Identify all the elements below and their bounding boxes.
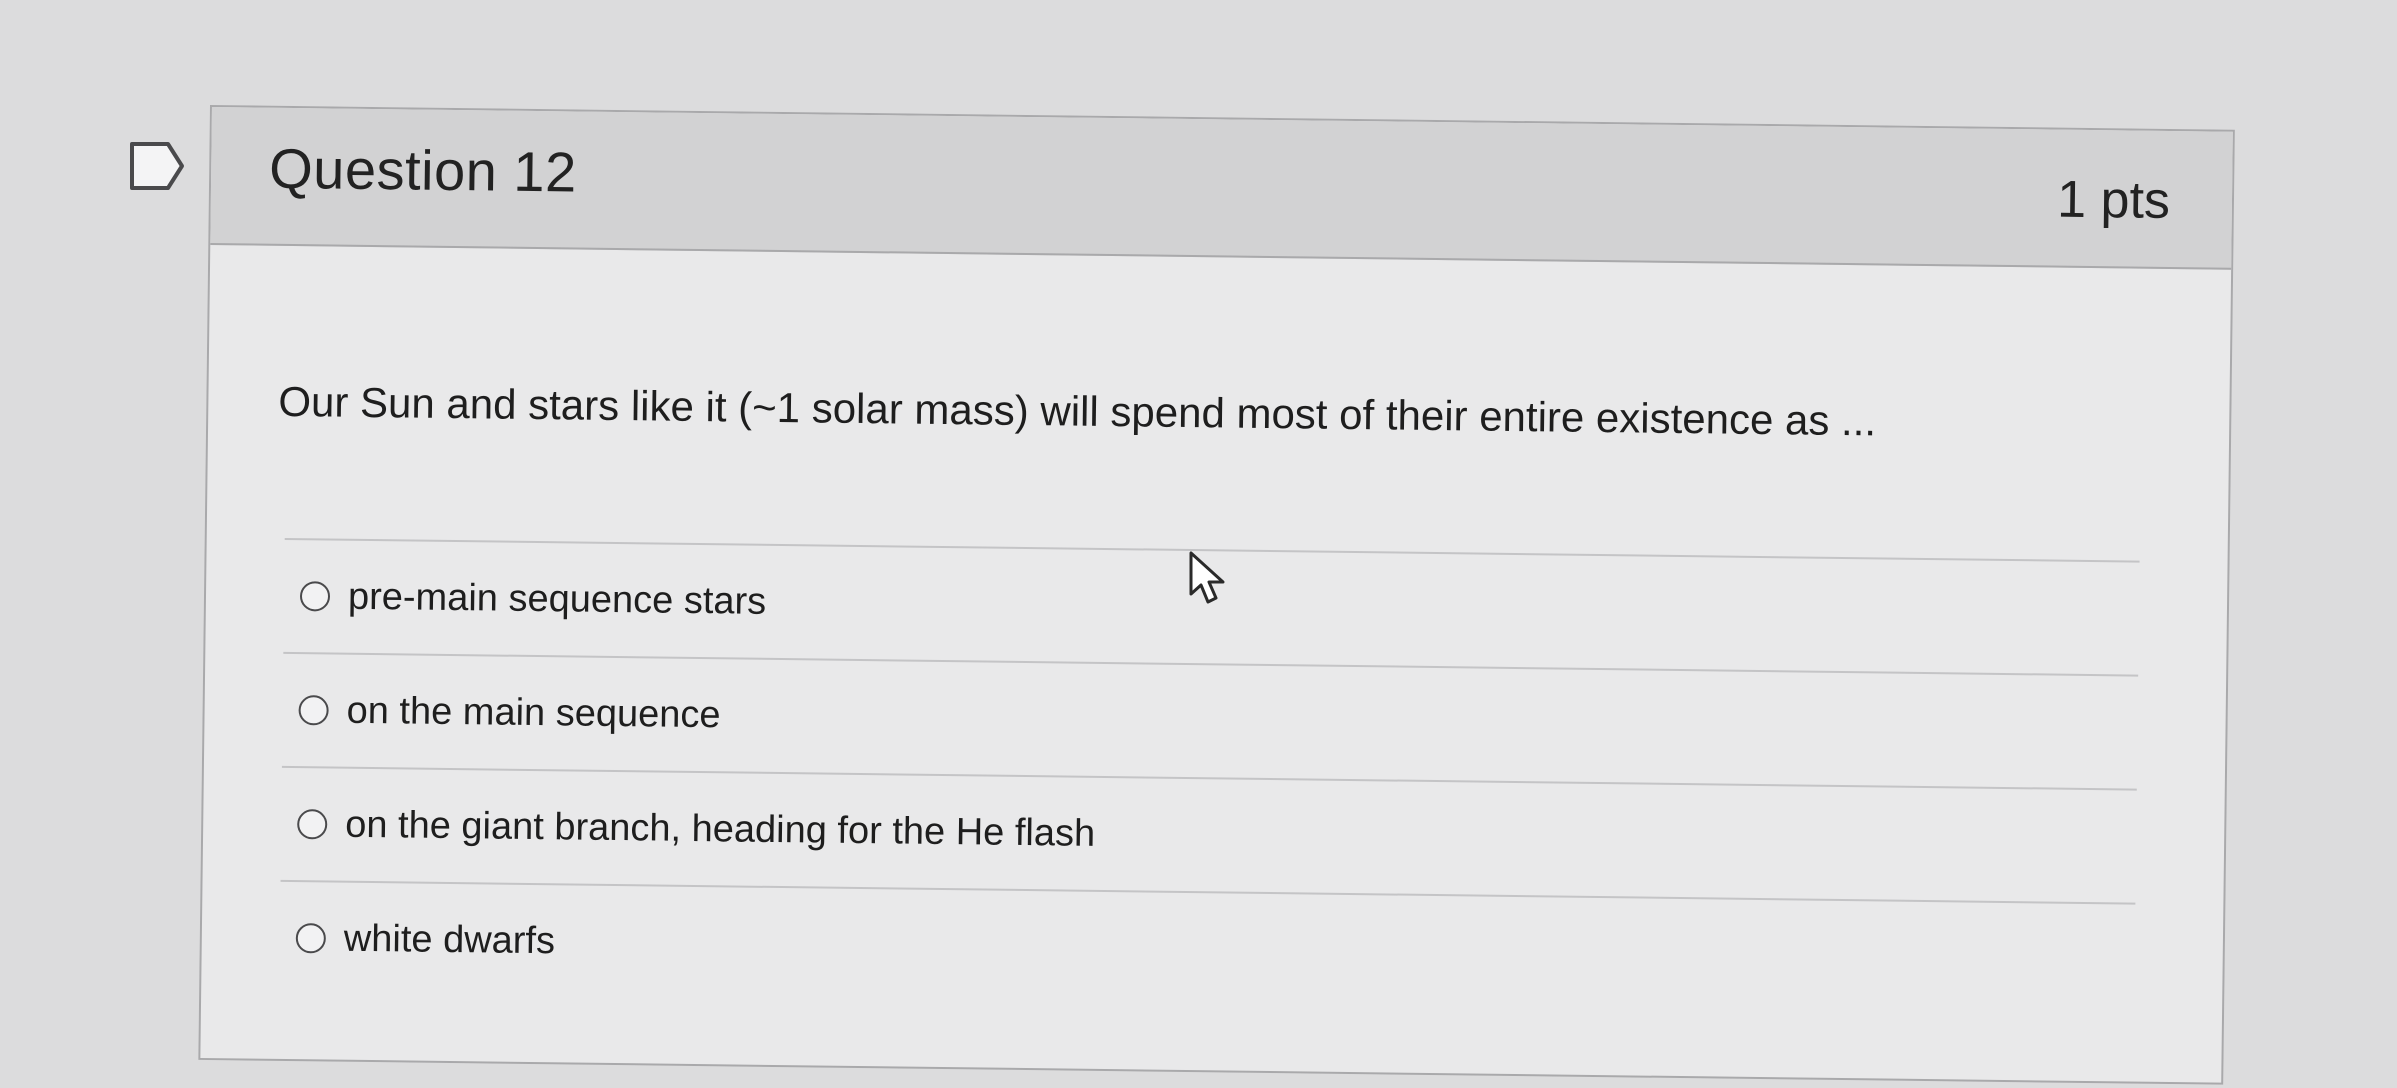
question-points: 1 pts <box>2056 170 2171 230</box>
radio-button-icon[interactable] <box>299 581 331 612</box>
flag-question-icon[interactable] <box>128 140 186 192</box>
answer-option-3[interactable]: on the giant branch, heading for the He … <box>281 768 2137 903</box>
question-title: Question 12 <box>268 136 578 204</box>
radio-button-icon[interactable] <box>295 923 327 954</box>
answer-label[interactable]: white dwarfs <box>344 917 556 963</box>
answer-option-2[interactable]: on the main sequence <box>282 654 2138 789</box>
mouse-pointer-icon <box>1188 550 1228 606</box>
answer-label[interactable]: on the giant branch, heading for the He … <box>345 803 1095 855</box>
answer-label[interactable]: pre-main sequence stars <box>348 575 767 623</box>
answer-label[interactable]: on the main sequence <box>346 689 720 737</box>
answer-option-4[interactable]: white dwarfs <box>279 882 2135 1017</box>
answer-list: pre-main sequence stars on the main sequ… <box>279 537 2140 1017</box>
question-header: Question 12 1 pts <box>210 107 2233 270</box>
radio-button-icon[interactable] <box>298 695 329 726</box>
question-text: Our Sun and stars like it (~1 solar mass… <box>278 377 1877 445</box>
radio-button-icon[interactable] <box>297 809 328 840</box>
